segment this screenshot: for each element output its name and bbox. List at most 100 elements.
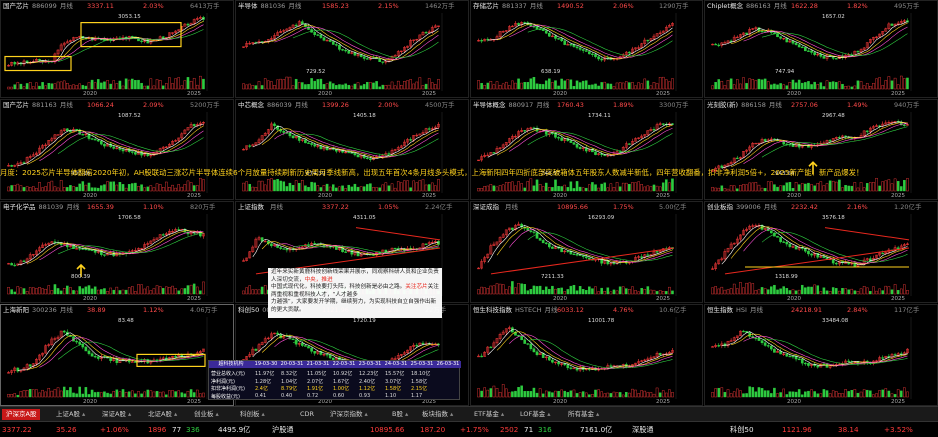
volume-bar [338,84,341,90]
volume-bar [658,186,662,192]
volume-bar [112,289,116,295]
chevron-up-icon[interactable]: ▴ [450,410,453,418]
volume-bar [434,185,437,192]
candle-body [347,151,351,154]
market-tab[interactable]: ETF基金 ▴ [470,409,508,420]
chart-panel[interactable]: Chiplet概念 886163 月线 1622.28 1.82% 495万手 1657.0… [704,0,938,98]
candle-body [53,241,57,243]
volume-bar [671,290,674,295]
table-header-cell: 26-03-31 [435,361,461,368]
volume-bar [788,82,792,90]
table-header-cell: 24-03-31 [383,361,409,368]
chart-panel[interactable]: 深证成指 月线 10895.66 1.75% 5.00亿手 16293.09 7211.33… [470,201,703,303]
table-header-cell: 20-03-31 [279,361,305,368]
table-header-cell: 23-03-31 [357,361,383,368]
market-tab[interactable]: 北证A股 ▴ [144,409,181,420]
volume-bar [13,184,17,192]
volume-bar [551,82,554,90]
volume-bar [766,390,770,398]
volume-bar [87,182,91,192]
candle-body [847,262,851,265]
volume-bar [850,390,854,398]
chart-panel[interactable]: 上海新阳 300236 月线 38.89 1.12% 4.06万手 83.48 2020 202… [0,304,234,406]
year-label-end: 2025 [187,91,201,97]
volume-bar [282,181,286,192]
chevron-up-icon[interactable]: ▴ [216,410,219,418]
volume-bar [742,184,745,192]
chevron-up-icon[interactable]: ▴ [596,410,599,418]
sz-connect-label[interactable]: 深股通 [632,422,654,437]
volume-bar [501,384,505,398]
chevron-up-icon[interactable]: ▴ [365,410,368,418]
volume-bar [84,184,88,192]
volume-bar [634,389,637,398]
market-tab[interactable]: 沪深京A股 [2,409,41,420]
chevron-up-icon[interactable]: ▴ [262,410,265,418]
volume-bar [112,181,116,192]
chart-panel[interactable]: 光刻胶(新) 886158 月线 2757.06 1.49% 940万手 2967.48 94… [704,99,938,200]
market-tab[interactable]: 创业板 ▴ [190,409,223,420]
candle-body [548,243,551,248]
candle-body [532,127,536,129]
year-label-start: 2020 [83,193,97,199]
market-tab[interactable]: B股 ▴ [388,409,412,420]
chevron-up-icon[interactable]: ▴ [547,410,550,418]
volume-bar [248,83,252,90]
volume-bar [498,85,502,90]
sh-connect-label[interactable]: 沪股通 [272,422,294,437]
chart-panel[interactable]: 恒生科技指数 HSTECH 月线 6033.12 4.76% 10.6亿手 11001.78… [470,304,703,406]
volume-bar [597,291,600,295]
chart-panel[interactable]: 电子化学品 881039 月线 1655.39 1.10% 820万手 1706.58 800… [0,201,234,303]
market-tab[interactable]: CDR [296,409,318,420]
market-tab[interactable]: 深证A股 ▴ [98,409,135,420]
candle-body [90,353,94,357]
chart-panel[interactable]: 半导体 881036 月线 1585.23 2.15% 1462万手 729.52 2020 2… [235,0,469,98]
market-tab[interactable]: 板块指数 ▴ [418,409,457,420]
table-cell: 1.91亿 [307,386,324,392]
volume-bar [307,84,310,90]
year-label-start: 2020 [553,193,567,199]
volume-bar [819,393,823,398]
volume-bar [199,177,202,192]
candle-body [544,242,548,244]
volume-bar [13,393,17,398]
chart-panel[interactable]: 国产芯片 886099 月线 3337.11 2.03% 6413万手 3053.15 202… [0,0,234,98]
table-cell: 1.17 [411,392,423,399]
chart-panel[interactable]: 半导体概念 880917 月线 1760.43 1.89% 3300万手 1734.11 74… [470,99,703,200]
chevron-up-icon[interactable]: ▴ [82,410,85,418]
candle-body [134,152,137,155]
market-tab[interactable]: 上证A股 ▴ [52,409,89,420]
chart-panel[interactable]: 恒生指数 HSI 月线 24218.91 2.84% 117亿手 33484.08 2020 2… [704,304,938,406]
volume-bar [158,80,162,90]
candle-body [75,37,78,39]
volume-bar [62,288,66,295]
volume-bar [788,181,792,192]
candle-body [581,49,585,51]
volume-bar [788,391,792,398]
chart-panel[interactable]: 存储芯片 881337 月线 1490.52 2.06% 1290万手 638.19 2020… [470,0,703,98]
volume-bar [301,180,304,192]
market-tab[interactable]: LOF基金 ▴ [516,409,555,420]
chart-panel[interactable]: 国产芯片 881163 月线 1066.24 2.09% 5200万手 1087.52 407… [0,99,234,200]
volume-bar [584,392,588,398]
chevron-up-icon[interactable]: ▴ [128,410,131,418]
candle-body [813,52,816,55]
panel-high-label: 16293.09 [588,215,615,221]
candle-body [541,240,545,244]
volume-bar [906,290,909,295]
volume-bar [813,185,816,192]
volume-bar [297,183,301,192]
candle-body [551,359,554,363]
volume-bar [841,393,844,398]
volume-bar [202,281,205,295]
chart-panel[interactable]: 中芯概念 886039 月线 1399.26 2.00% 4500万手 1405.18 674… [235,99,469,200]
market-tab[interactable]: 科创板 ▴ [236,409,269,420]
chevron-up-icon[interactable]: ▴ [174,410,177,418]
market-tab[interactable]: 沪深京指数 ▴ [326,409,372,420]
chevron-up-icon[interactable]: ▴ [501,410,504,418]
chevron-up-icon[interactable]: ▴ [405,410,408,418]
year-label-start: 2020 [553,296,567,302]
chart-panel[interactable]: 创业板指 399006 月线 2232.42 2.16% 1.20亿手 3576.18 131… [704,201,938,303]
volume-bar [369,82,372,90]
market-tab[interactable]: 所有基金 ▴ [564,409,603,420]
